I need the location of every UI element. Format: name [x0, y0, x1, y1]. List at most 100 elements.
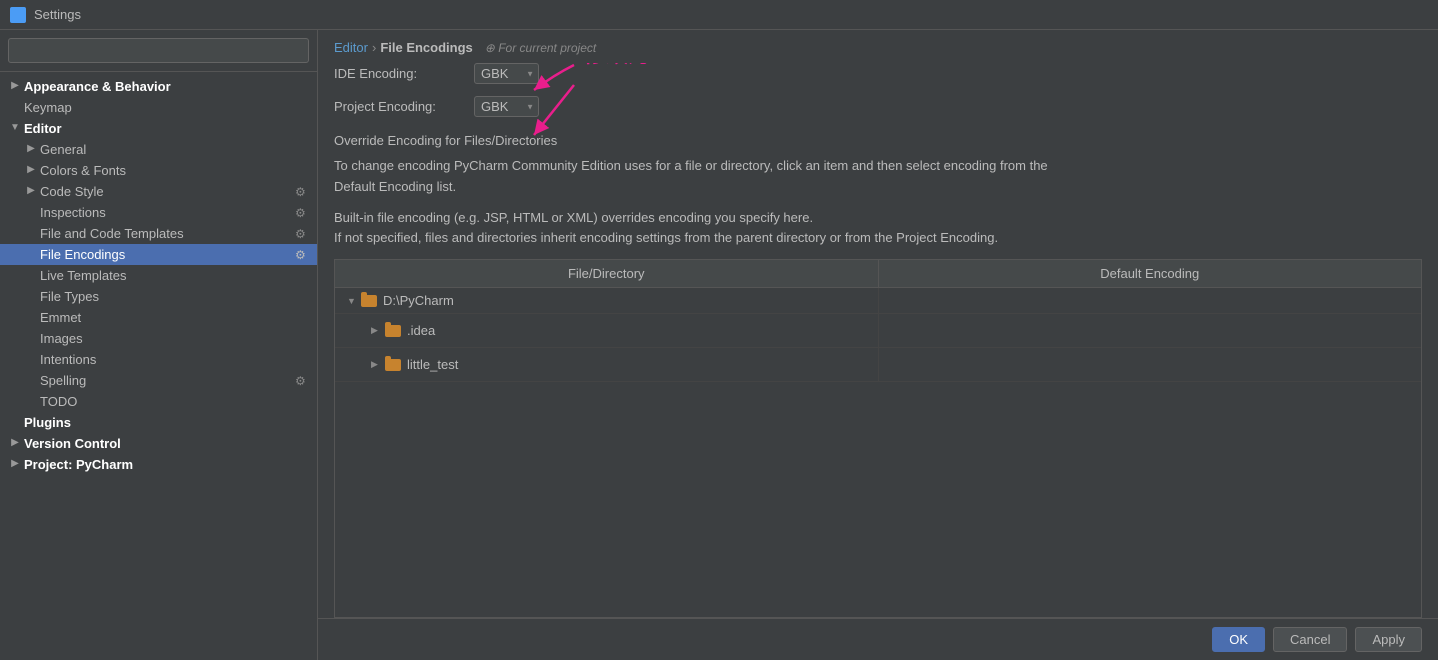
apply-button[interactable]: Apply: [1355, 627, 1422, 652]
settings-icon-code-style: ⚙: [295, 185, 309, 199]
sidebar-item-file-code-templates[interactable]: File and Code Templates ⚙: [0, 223, 317, 244]
settings-icon-spelling: ⚙: [295, 374, 309, 388]
table-row[interactable]: ▶ .idea: [335, 314, 1421, 348]
table-cell-path-2: ▶ .idea: [335, 314, 879, 347]
expand-arrow-2[interactable]: ▶: [371, 325, 381, 336]
search-input[interactable]: [8, 38, 309, 63]
sidebar-item-general[interactable]: General: [0, 139, 317, 160]
arrow-code-style: [24, 185, 38, 199]
sidebar-item-label: Project: PyCharm: [24, 457, 133, 472]
path-label-3: little_test: [407, 357, 458, 372]
window-title: Settings: [34, 7, 81, 22]
desc1-part1: To change encoding PyCharm Community Edi…: [334, 158, 1048, 173]
sidebar-item-spelling[interactable]: Spelling ⚙: [0, 370, 317, 391]
override-section-title: Override Encoding for Files/Directories: [334, 133, 1422, 148]
ide-encoding-label: IDE Encoding:: [334, 66, 474, 81]
arrow-version-control: [8, 437, 22, 451]
ide-encoding-row: IDE Encoding: GBK UTF-8: [334, 63, 1422, 84]
table-body: ▼ D:\PyCharm ▶: [335, 288, 1421, 617]
breadcrumb-hint: ⊕ For current project: [485, 41, 596, 55]
table-path-row-1: ▼ D:\PyCharm: [347, 293, 866, 308]
breadcrumb: Editor › File Encodings ⊕ For current pr…: [318, 30, 1438, 63]
project-hint-icon: ⊕: [485, 41, 495, 55]
project-encoding-row: Project Encoding: GBK UTF-8: [334, 96, 1422, 117]
sidebar-item-emmet[interactable]: Emmet: [0, 307, 317, 328]
sidebar-item-appearance[interactable]: Appearance & Behavior: [0, 76, 317, 97]
folder-icon-3: [385, 359, 401, 371]
ok-button[interactable]: OK: [1212, 627, 1265, 652]
main-content: Appearance & Behavior Keymap Editor Gene…: [0, 30, 1438, 660]
desc1-part2: Default Encoding list.: [334, 179, 456, 194]
sidebar-item-project-pycharm[interactable]: Project: PyCharm: [0, 454, 317, 475]
content-body: IDE Encoding: GBK UTF-8 Project Encoding…: [318, 63, 1438, 618]
desc2: Built-in file encoding (e.g. JSP, HTML o…: [334, 210, 813, 225]
settings-window: Settings Appearance & Behavior Keymap: [0, 0, 1438, 660]
description-text-1: To change encoding PyCharm Community Edi…: [334, 156, 1422, 198]
sidebar-item-label: File Encodings: [40, 247, 125, 262]
sidebar-item-plugins[interactable]: Plugins: [0, 412, 317, 433]
description-text-2: Built-in file encoding (e.g. JSP, HTML o…: [334, 208, 1422, 250]
sidebar-item-code-style[interactable]: Code Style ⚙: [0, 181, 317, 202]
sidebar-item-todo[interactable]: TODO: [0, 391, 317, 412]
sidebar-item-label: Inspections: [40, 205, 106, 220]
encoding-annotation-container: IDE Encoding: GBK UTF-8 Project Encoding…: [334, 63, 1422, 129]
table-header-default-encoding: Default Encoding: [879, 260, 1422, 287]
sidebar-item-live-templates[interactable]: Live Templates: [0, 265, 317, 286]
sidebar-item-label: Intentions: [40, 352, 96, 367]
sidebar-item-file-encodings[interactable]: File Encodings ⚙: [0, 244, 317, 265]
table-cell-encoding-2: [879, 314, 1422, 347]
table-row[interactable]: ▼ D:\PyCharm: [335, 288, 1421, 314]
project-hint-text: For current project: [498, 41, 596, 55]
table-header-file-directory: File/Directory: [335, 260, 879, 287]
folder-icon-2: [385, 325, 401, 337]
path-label-2: .idea: [407, 323, 435, 338]
sidebar-item-inspections[interactable]: Inspections ⚙: [0, 202, 317, 223]
expand-arrow-1[interactable]: ▼: [347, 296, 357, 306]
project-encoding-label: Project Encoding:: [334, 99, 474, 114]
search-box: [0, 30, 317, 72]
sidebar-item-intentions[interactable]: Intentions: [0, 349, 317, 370]
expand-arrow-3[interactable]: ▶: [371, 359, 381, 370]
arrow-general: [24, 143, 38, 157]
project-encoding-select-wrapper: GBK UTF-8: [474, 96, 539, 117]
arrow-colors-fonts: [24, 164, 38, 178]
arrow-editor: [8, 122, 22, 136]
app-icon: [10, 7, 26, 23]
sidebar-item-label: File and Code Templates: [40, 226, 184, 241]
table-cell-encoding-3: [879, 348, 1422, 381]
arrow-appearance: [8, 80, 22, 94]
sidebar-item-images[interactable]: Images: [0, 328, 317, 349]
sidebar-item-label: Plugins: [24, 415, 71, 430]
sidebar-item-label: File Types: [40, 289, 99, 304]
bottom-bar: OK Cancel Apply: [318, 618, 1438, 660]
breadcrumb-separator: ›: [372, 40, 376, 55]
folder-icon-1: [361, 295, 377, 307]
sidebar-item-editor[interactable]: Editor: [0, 118, 317, 139]
sidebar-item-label: Version Control: [24, 436, 121, 451]
sidebar-item-label: Colors & Fonts: [40, 163, 126, 178]
sidebar-item-label: TODO: [40, 394, 77, 409]
sidebar-item-label: Code Style: [40, 184, 104, 199]
settings-icon-inspections: ⚙: [295, 206, 309, 220]
sidebar-item-label: Spelling: [40, 373, 86, 388]
table-row[interactable]: ▶ little_test: [335, 348, 1421, 382]
project-encoding-select[interactable]: GBK UTF-8: [474, 96, 539, 117]
sidebar-item-label: Appearance & Behavior: [24, 79, 171, 94]
ide-encoding-select[interactable]: GBK UTF-8: [474, 63, 539, 84]
sidebar-item-colors-fonts[interactable]: Colors & Fonts: [0, 160, 317, 181]
file-directory-table: File/Directory Default Encoding ▼ D:\PyC…: [334, 259, 1422, 618]
ide-encoding-select-wrapper: GBK UTF-8: [474, 63, 539, 84]
cancel-button[interactable]: Cancel: [1273, 627, 1347, 652]
sidebar-item-label: Editor: [24, 121, 62, 136]
sidebar-item-label: Images: [40, 331, 83, 346]
sidebar-item-keymap[interactable]: Keymap: [0, 97, 317, 118]
table-path-row-2: ▶ .idea: [347, 319, 866, 342]
sidebar-item-label: Emmet: [40, 310, 81, 325]
sidebar-item-label: General: [40, 142, 86, 157]
settings-icon-file-encodings: ⚙: [295, 248, 309, 262]
table-header: File/Directory Default Encoding: [335, 260, 1421, 288]
breadcrumb-parent[interactable]: Editor: [334, 40, 368, 55]
sidebar-item-version-control[interactable]: Version Control: [0, 433, 317, 454]
sidebar-item-file-types[interactable]: File Types: [0, 286, 317, 307]
sidebar-item-label: Keymap: [24, 100, 72, 115]
